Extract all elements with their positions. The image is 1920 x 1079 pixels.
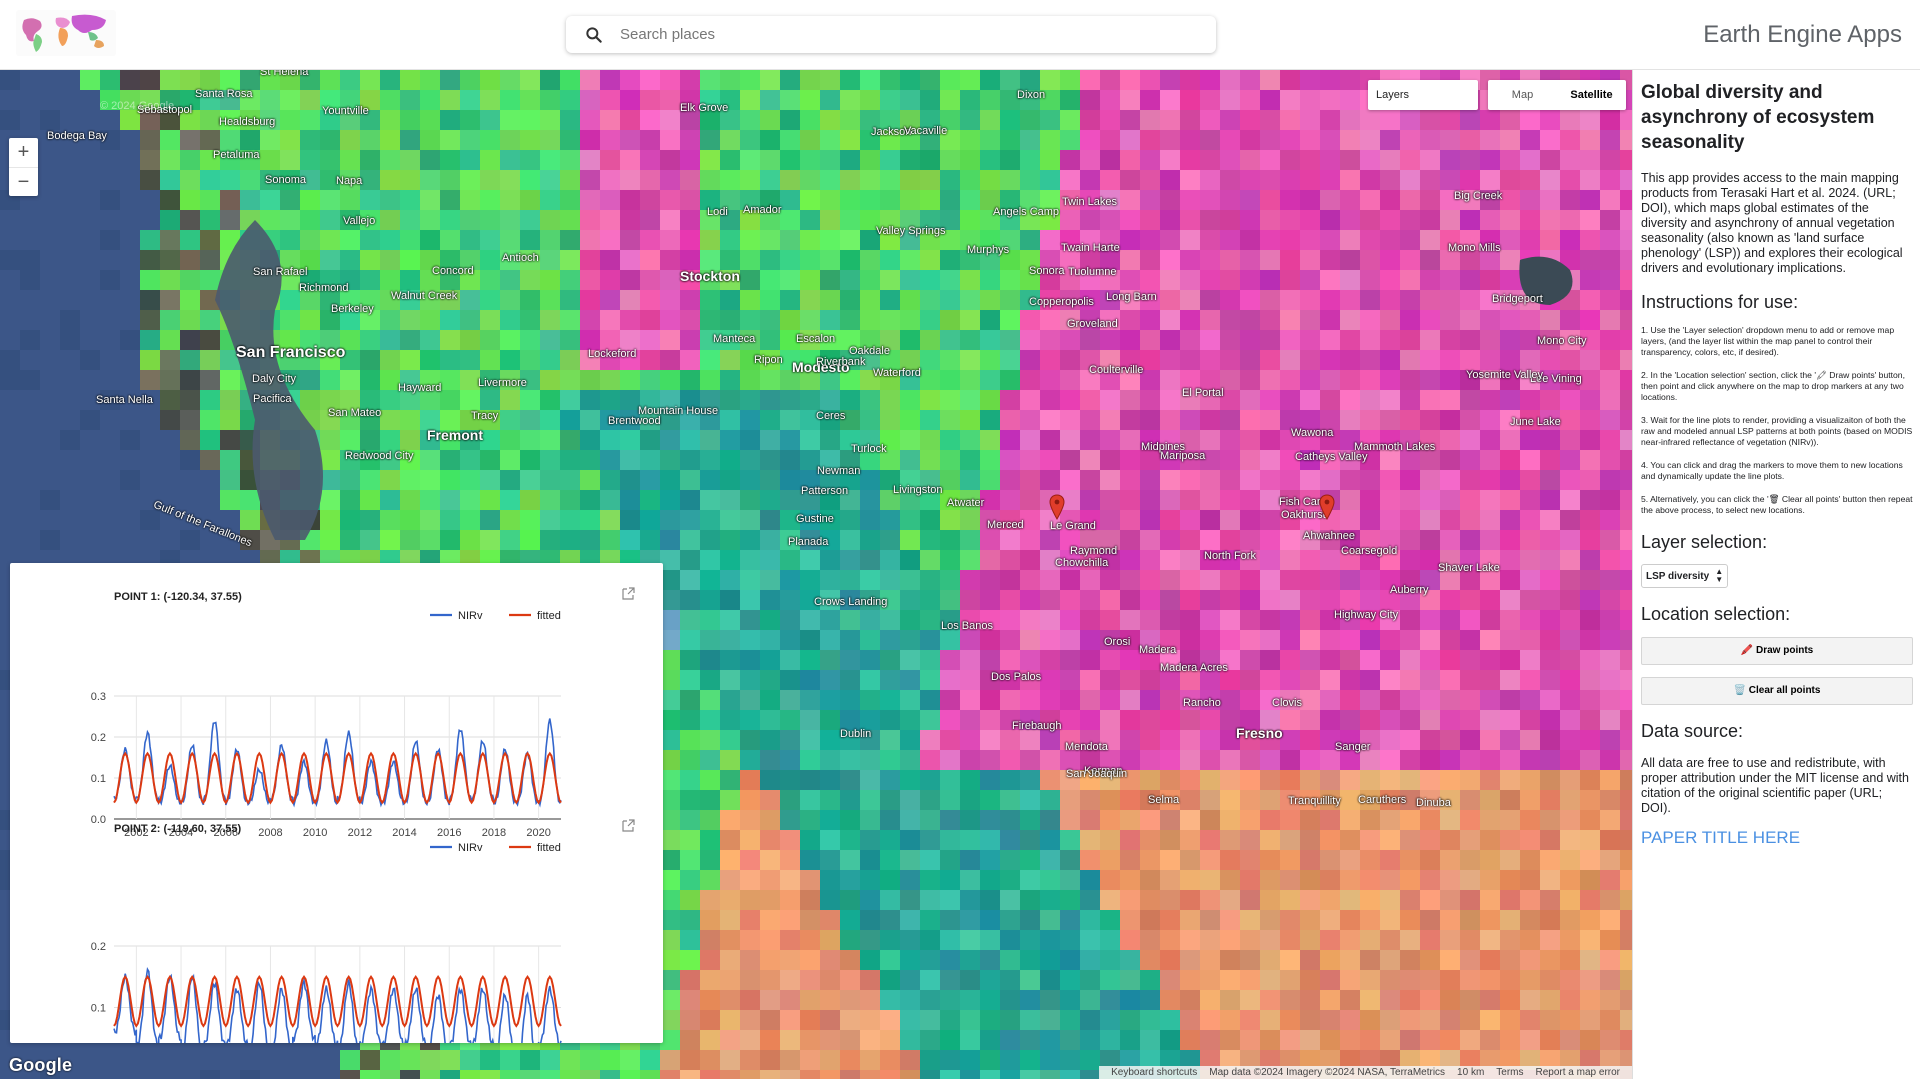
side-panel: Global diversity and asynchrony of ecosy… xyxy=(1632,70,1920,1079)
x-tick-label: 2016 xyxy=(437,827,461,839)
y-tick-label: 0.1 xyxy=(91,773,106,785)
terms-link[interactable]: Terms xyxy=(1496,1067,1523,1078)
map-type-control: Map Satellite xyxy=(1488,80,1626,110)
x-tick-label: 2010 xyxy=(303,827,327,839)
panel-description: This app provides access to the main map… xyxy=(1641,171,1903,275)
zoom-out-button[interactable]: − xyxy=(9,167,38,196)
y-tick-label: 0.1 xyxy=(91,1003,106,1015)
layer-select-value: LSP diversity xyxy=(1646,570,1710,582)
app-title: Earth Engine Apps xyxy=(1703,21,1902,48)
legend-label: fitted xyxy=(537,610,561,622)
paper-title-link[interactable]: PAPER TITLE HERE xyxy=(1641,828,1920,848)
search-input[interactable] xyxy=(620,16,1200,53)
layer-select[interactable]: LSP diversity ▲ ▼ xyxy=(1641,564,1729,588)
app-logo xyxy=(16,10,116,56)
clear-points-button[interactable]: 🗑️ Clear all points xyxy=(1641,677,1913,705)
updown-arrow-icon: ▲ ▼ xyxy=(1715,567,1724,584)
x-tick-label: 2012 xyxy=(348,827,372,839)
instruction-4: 4. You can click and drag the markers to… xyxy=(1641,460,1903,481)
scale-bar: 10 km xyxy=(1457,1067,1485,1078)
draw-points-button[interactable]: 🖍️ Draw points xyxy=(1641,637,1913,665)
report-error-link[interactable]: Report a map error xyxy=(1536,1067,1620,1078)
map-data-credit: Map data ©2024 Imagery ©2024 NASA, Terra… xyxy=(1209,1067,1446,1078)
y-tick-label: 0.2 xyxy=(91,941,106,953)
panel-title: Global diversity and asynchrony of ecosy… xyxy=(1641,82,1875,153)
map-marker-point-1[interactable] xyxy=(1049,494,1065,520)
open-in-new-icon[interactable] xyxy=(622,819,635,832)
instruction-2: 2. In the 'Location selection' section, … xyxy=(1641,370,1905,402)
x-tick-label: 2018 xyxy=(482,827,506,839)
y-tick-label: 0.2 xyxy=(91,732,106,744)
map-marker-point-2[interactable] xyxy=(1319,494,1335,520)
chart-title: POINT 1: (-120.34, 37.55) xyxy=(114,591,242,603)
instruction-1: 1. Use the 'Layer selection' dropdown me… xyxy=(1641,325,1895,357)
line-chart-2: POINT 2: (-119.60, 37.55)NIRvfitted0.00.… xyxy=(91,819,635,1079)
data-source-heading: Data source: xyxy=(1641,721,1744,741)
y-tick-label: 0.3 xyxy=(91,691,106,703)
map-type-map-button[interactable]: Map xyxy=(1488,80,1557,110)
legend-label: NIRv xyxy=(458,842,483,854)
zoom-in-button[interactable]: + xyxy=(9,138,38,167)
chart-title: POINT 2: (-119.60, 37.55) xyxy=(114,823,242,835)
search-icon xyxy=(586,27,602,43)
map-attribution: Keyboard shortcuts Map data ©2024 Imager… xyxy=(1099,1066,1632,1079)
top-bar: Earth Engine Apps xyxy=(0,0,1920,70)
open-in-new-icon[interactable] xyxy=(622,587,635,600)
zoom-control: + − xyxy=(9,138,38,196)
instructions-heading: Instructions for use: xyxy=(1641,292,1799,312)
legend-label: NIRv xyxy=(458,610,483,622)
layer-selection-heading: Layer selection: xyxy=(1641,532,1768,552)
data-source-text: All data are free to use and redistribut… xyxy=(1641,756,1909,815)
line-chart-1: POINT 1: (-120.34, 37.55) NIRv fitted 0.0 0.… xyxy=(91,587,635,839)
chart-panel: POINT 1: (-120.34, 37.55) NIRv fitted 0.0 0.… xyxy=(10,563,663,1079)
charts-svg: POINT 1: (-120.34, 37.55) NIRv fitted 0.0 0.… xyxy=(91,587,635,1079)
x-tick-label: 2008 xyxy=(258,827,282,839)
layers-dropdown[interactable]: Layers xyxy=(1368,80,1478,110)
y-tick-label: 0.0 xyxy=(91,814,106,826)
map-type-satellite-button[interactable]: Satellite xyxy=(1557,80,1626,110)
keyboard-shortcuts-link[interactable]: Keyboard shortcuts xyxy=(1111,1067,1197,1078)
search-bar[interactable] xyxy=(566,16,1216,53)
x-tick-label: 2020 xyxy=(526,827,550,839)
location-selection-heading: Location selection: xyxy=(1641,604,1791,624)
instruction-5: 5. Alternatively, you can click the '🗑 C… xyxy=(1641,494,1913,515)
legend-label: fitted xyxy=(537,842,561,854)
google-logo: Google xyxy=(9,1055,73,1075)
instruction-3: 3. Wait for the line plots to render, pr… xyxy=(1641,415,1913,447)
x-tick-label: 2014 xyxy=(392,827,416,839)
